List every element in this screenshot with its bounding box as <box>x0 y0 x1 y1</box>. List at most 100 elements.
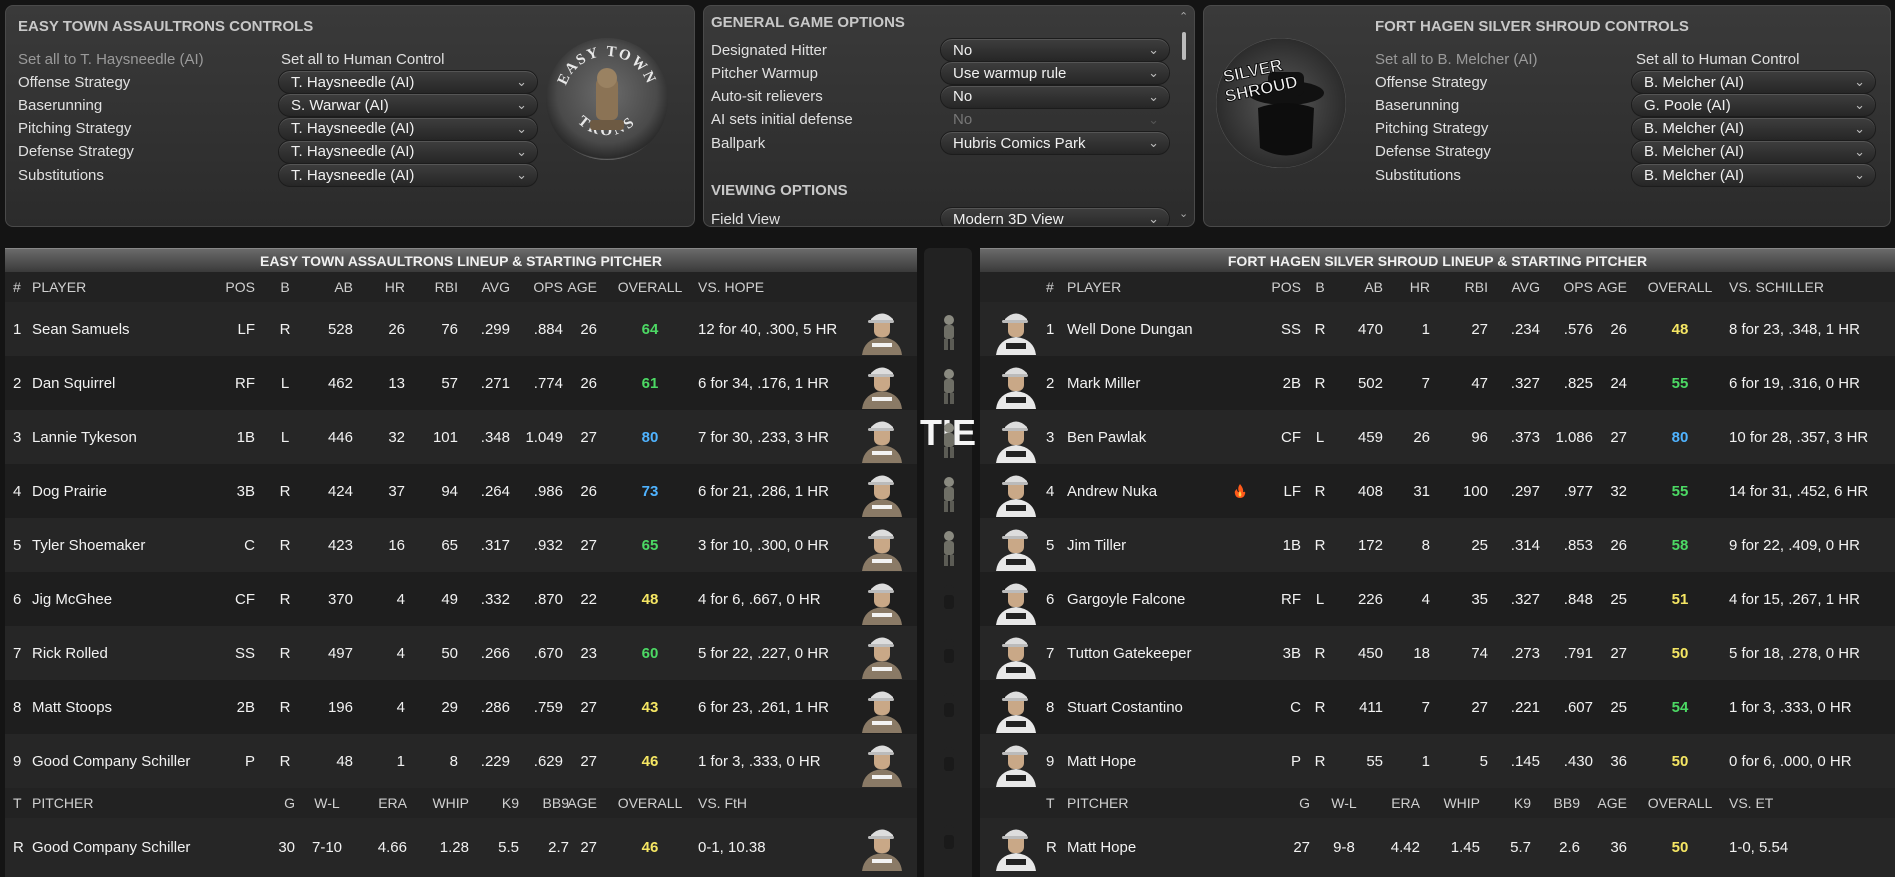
baserunning-select[interactable]: S. Warwar (AI) ⌄ <box>278 93 538 118</box>
column-header[interactable]: T <box>13 788 29 818</box>
column-header[interactable]: OVERALL <box>615 788 685 818</box>
player-row[interactable]: 2 Mark Miller 2B R 502 7 47 .327 .825 24 55 6 for 1… <box>980 356 1895 410</box>
player-name[interactable]: Jig McGhee <box>32 572 202 626</box>
player-row[interactable]: 7 Tutton Gatekeeper 3B R 450 18 74 .273 .791 27 50… <box>980 626 1895 680</box>
player-row[interactable]: 6 Jig McGhee CF R 370 4 49.332.870 22 48 4 for 6,… <box>5 572 917 626</box>
column-header[interactable]: PLAYER <box>1067 272 1232 302</box>
player-name[interactable]: Matt Stoops <box>32 680 202 734</box>
player-name[interactable]: Stuart Costantino <box>1067 680 1232 734</box>
column-header[interactable]: OPS <box>513 272 563 302</box>
column-header[interactable]: # <box>13 272 29 302</box>
player-name[interactable]: Ben Pawlak <box>1067 410 1232 464</box>
player-name[interactable]: Lannie Tykeson <box>32 410 202 464</box>
player-row[interactable]: 9 Good Company Schiller P R 48 1 8 .229 .629 27 46… <box>5 734 917 788</box>
player-row[interactable]: 9 Matt Hope P R 55 1 5 .145 .430 36 50 0 for 6, .00… <box>980 734 1895 788</box>
defense-strategy-select[interactable]: T. Haysneedle (AI) ⌄ <box>278 139 538 164</box>
column-header[interactable]: W-L <box>1324 788 1364 818</box>
column-header[interactable]: RBI <box>410 272 458 302</box>
player-row[interactable]: 4 Andrew Nuka LF R 408 31 100 .297 .977 32 55 14 fo… <box>980 464 1895 518</box>
player-name[interactable]: Dog Prairie <box>32 464 202 518</box>
column-header[interactable]: AGE <box>1580 788 1627 818</box>
scroll-up-icon[interactable]: ⌃ <box>1179 10 1188 23</box>
player-name[interactable]: Dan Squirrel <box>32 356 202 410</box>
pitcher-name[interactable]: Good Company Schiller <box>32 818 232 877</box>
player-row[interactable]: 3 Lannie Tykeson 1B L 446 32 101.348 1.049 27 80 7… <box>5 410 917 464</box>
column-header[interactable]: B <box>275 272 295 302</box>
player-row[interactable]: 4 Dog Prairie 3B R 424 37 94.264.986 26 73 6 for … <box>5 464 917 518</box>
column-header[interactable]: AGE <box>1595 272 1627 302</box>
column-header[interactable]: VS. ET <box>1729 788 1889 818</box>
player-row[interactable]: 7 Rick Rolled SS R 497 4 50.266.670 23 60 5 for 2… <box>5 626 917 680</box>
column-header[interactable]: AGE <box>565 272 597 302</box>
designated-hitter-select[interactable]: No ⌄ <box>940 38 1170 62</box>
column-header[interactable]: VS. FtH <box>698 788 898 818</box>
column-header[interactable]: AVG <box>460 272 510 302</box>
pitcher-warmup-select[interactable]: Use warmup rule ⌄ <box>940 61 1170 86</box>
player-name[interactable]: Sean Samuels <box>32 302 202 356</box>
column-header[interactable]: T <box>1046 788 1062 818</box>
offense-strategy-select[interactable]: B. Melcher (AI) ⌄ <box>1631 70 1876 94</box>
column-header[interactable]: AB <box>305 272 353 302</box>
player-row[interactable]: 8 Matt Stoops 2B R 196 4 29.286.759 27 43 6 for 2… <box>5 680 917 734</box>
player-name[interactable]: Matt Hope <box>1067 734 1232 788</box>
ballpark-select[interactable]: Hubris Comics Park ⌄ <box>940 131 1170 156</box>
player-row[interactable]: 6 Gargoyle Falcone RF L 226 4 35 .327 .848 25 51 4 … <box>980 572 1895 626</box>
player-name[interactable]: Tyler Shoemaker <box>32 518 202 572</box>
field-view-select[interactable]: Modern 3D View ⌄ <box>940 207 1170 226</box>
player-name[interactable]: Gargoyle Falcone <box>1067 572 1232 626</box>
column-header[interactable]: PITCHER <box>32 788 232 818</box>
column-header[interactable]: ERA <box>1372 788 1420 818</box>
pitching-strategy-select[interactable]: B. Melcher (AI) ⌄ <box>1631 116 1876 141</box>
column-header[interactable]: G <box>1270 788 1310 818</box>
pitching-strategy-select[interactable]: T. Haysneedle (AI) ⌄ <box>278 116 538 141</box>
player-name[interactable]: Tutton Gatekeeper <box>1067 626 1232 680</box>
column-header[interactable]: VS. HOPE <box>698 272 908 302</box>
column-header[interactable]: G <box>245 788 295 818</box>
column-header[interactable]: K9 <box>1486 788 1531 818</box>
column-header[interactable]: # <box>1046 272 1062 302</box>
column-header[interactable]: K9 <box>471 788 519 818</box>
substitutions-select[interactable]: T. Haysneedle (AI) ⌄ <box>278 163 538 188</box>
player-row[interactable]: 5 Tyler Shoemaker C R 423 16 65.317.932 27 65 3 f… <box>5 518 917 572</box>
player-row[interactable]: 3 Ben Pawlak CF L 459 26 96 .373 1.086 27 80 10 for… <box>980 410 1895 464</box>
player-name[interactable]: Good Company Schiller <box>32 734 202 788</box>
baserunning-select[interactable]: G. Poole (AI) ⌄ <box>1631 93 1876 118</box>
column-header[interactable]: POS <box>210 272 255 302</box>
scroll-down-icon[interactable]: ⌄ <box>1179 207 1188 220</box>
column-header[interactable]: AB <box>1335 272 1383 302</box>
options-scrollbar[interactable]: ⌃ ⌄ <box>1178 10 1190 224</box>
column-header[interactable]: B <box>1310 272 1330 302</box>
column-header[interactable]: HR <box>1385 272 1430 302</box>
column-header[interactable]: VS. SCHILLER <box>1729 272 1889 302</box>
column-header[interactable]: PLAYER <box>32 272 202 302</box>
column-header[interactable]: WHIP <box>411 788 469 818</box>
column-header[interactable]: RBI <box>1440 272 1488 302</box>
column-header[interactable]: POS <box>1258 272 1301 302</box>
offense-strategy-select[interactable]: T. Haysneedle (AI) ⌄ <box>278 70 538 94</box>
player-row[interactable]: 1 Sean Samuels LF R 528 26 76.299.884 26 64 12 fo… <box>5 302 917 356</box>
column-header[interactable]: BB9 <box>1536 788 1580 818</box>
player-name[interactable]: Well Done Dungan <box>1067 302 1232 356</box>
scroll-thumb[interactable] <box>1182 32 1186 60</box>
set-all-human-link[interactable]: Set all to Human Control <box>281 46 444 72</box>
player-row[interactable]: 5 Jim Tiller 1B R 172 8 25 .314 .853 26 58 9 for 22… <box>980 518 1895 572</box>
column-header[interactable]: OVERALL <box>1645 272 1715 302</box>
column-header[interactable]: BB9 <box>521 788 569 818</box>
pitcher-row[interactable]: R Good Company Schiller 30 7-10 4.66 1.28 5.5 2… <box>5 818 917 877</box>
player-row[interactable]: 1 Well Done Dungan SS R 470 1 27 .234 .576 26 48 8 … <box>980 302 1895 356</box>
column-header[interactable]: W-L <box>307 788 347 818</box>
player-name[interactable]: Rick Rolled <box>32 626 202 680</box>
column-header[interactable]: ERA <box>345 788 407 818</box>
defense-strategy-select[interactable]: B. Melcher (AI) ⌄ <box>1631 139 1876 164</box>
player-row[interactable]: 2 Dan Squirrel RF L 462 13 57.271.774 26 61 6 for… <box>5 356 917 410</box>
column-header[interactable]: HR <box>360 272 405 302</box>
pitcher-row[interactable]: R Matt Hope 27 9-8 4.42 1.45 5.7 2.6 36 50 1-0, 5.… <box>980 818 1895 877</box>
set-all-human-link[interactable]: Set all to Human Control <box>1636 46 1799 72</box>
player-name[interactable]: Mark Miller <box>1067 356 1232 410</box>
column-header[interactable]: AVG <box>1490 272 1540 302</box>
column-header[interactable]: WHIP <box>1424 788 1480 818</box>
column-header[interactable]: AGE <box>565 788 597 818</box>
column-header[interactable]: OVERALL <box>1645 788 1715 818</box>
substitutions-select[interactable]: B. Melcher (AI) ⌄ <box>1631 163 1876 188</box>
player-row[interactable]: 8 Stuart Costantino C R 411 7 27 .221 .607 25 54 1 … <box>980 680 1895 734</box>
